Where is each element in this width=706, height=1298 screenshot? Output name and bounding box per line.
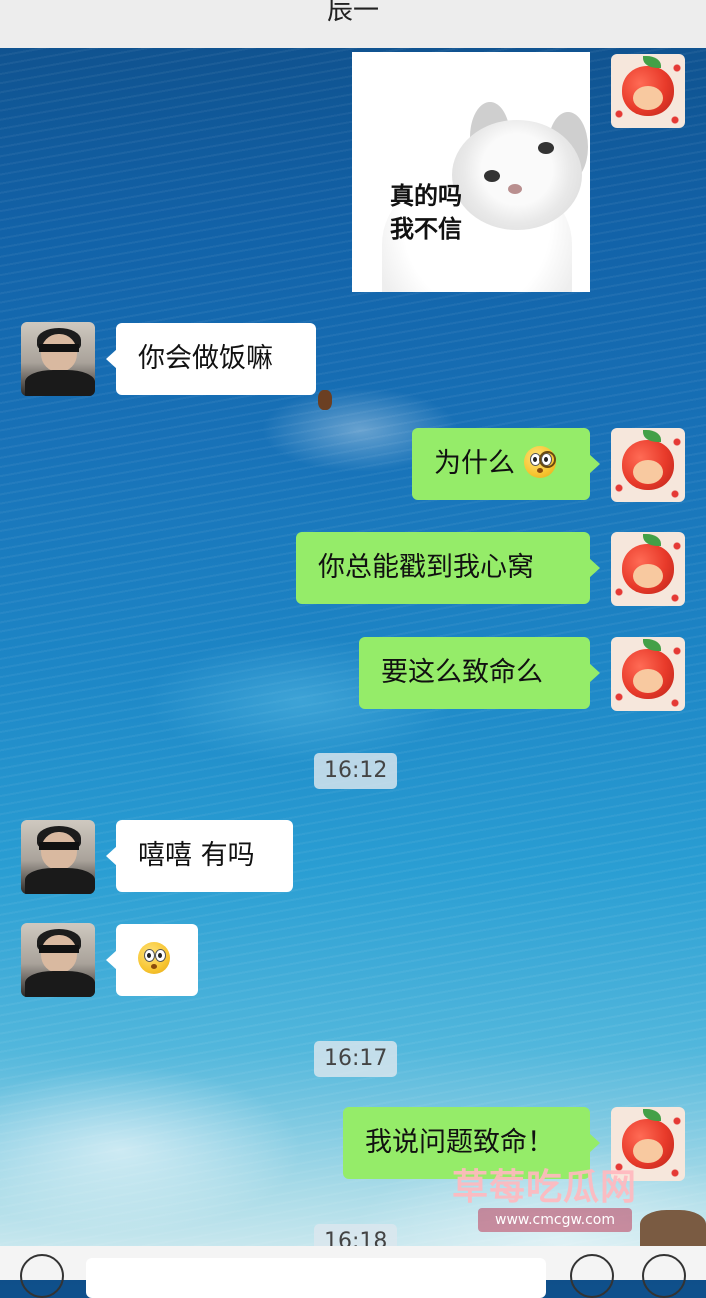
timestamp: 16:17 xyxy=(314,1041,398,1077)
avatar-decoration xyxy=(611,532,685,606)
incoming-message-bubble[interactable]: 你会做饭嘛 xyxy=(106,323,316,395)
timestamp: 16:12 xyxy=(314,753,398,789)
avatar-head xyxy=(41,334,77,372)
rabbit-eye xyxy=(484,170,500,182)
message-input[interactable] xyxy=(86,1258,546,1298)
incoming-message-bubble[interactable] xyxy=(106,924,198,996)
avatar-decoration xyxy=(611,637,685,711)
avatar-body xyxy=(25,370,95,396)
message-text: 为什么 xyxy=(434,448,515,479)
avatar-blindfold xyxy=(39,344,79,352)
voice-input-icon[interactable] xyxy=(20,1254,64,1298)
outgoing-message-bubble[interactable]: 为什么 xyxy=(412,428,600,500)
contact-avatar[interactable] xyxy=(21,322,95,396)
outgoing-message-bubble[interactable]: 你总能戳到我心窝 xyxy=(296,532,600,604)
more-options-icon[interactable] xyxy=(642,1254,686,1298)
avatar-decoration xyxy=(611,428,685,502)
sticker-caption: 真的吗 我不信 xyxy=(390,180,462,246)
avatar-head xyxy=(41,935,77,973)
message-text: 你会做饭嘛 xyxy=(138,343,273,374)
message-text: 我说问题致命！ xyxy=(365,1127,554,1158)
sticker-caption-line: 真的吗 xyxy=(390,182,462,210)
avatar-body xyxy=(25,971,95,997)
incoming-message-bubble[interactable]: 嘻嘻 有吗 xyxy=(106,820,293,892)
message-text: 要这么致命么 xyxy=(381,657,543,688)
flushed-face-emoji-icon xyxy=(138,942,170,974)
avatar-blindfold xyxy=(39,945,79,953)
contact-avatar[interactable] xyxy=(21,923,95,997)
my-avatar[interactable] xyxy=(611,428,685,502)
rabbit-eye xyxy=(538,142,554,154)
watermark-text: 草莓吃瓜网 xyxy=(452,1167,638,1208)
avatar-blindfold xyxy=(39,842,79,850)
outgoing-message-bubble[interactable]: 要这么致命么 xyxy=(359,637,600,709)
rabbit-nose xyxy=(508,184,522,194)
chat-title[interactable]: 辰一 xyxy=(0,0,706,24)
watermark-url: www.cmcgw.com xyxy=(478,1208,632,1232)
emoji-button-icon[interactable] xyxy=(570,1254,614,1298)
message-text: 嘻嘻 有吗 xyxy=(138,840,255,871)
background-boat xyxy=(318,390,332,410)
avatar-body xyxy=(25,868,95,894)
chat-header: 辰一 xyxy=(0,0,706,48)
contact-avatar[interactable] xyxy=(21,820,95,894)
sticker-caption-line: 我不信 xyxy=(390,215,462,243)
my-avatar[interactable] xyxy=(611,637,685,711)
monocle-face-emoji-icon xyxy=(523,446,556,478)
avatar-head xyxy=(41,832,77,870)
chat-input-bar xyxy=(0,1246,706,1298)
avatar-decoration xyxy=(611,54,685,128)
background-rock xyxy=(640,1210,706,1246)
my-avatar[interactable] xyxy=(611,54,685,128)
message-text: 你总能戳到我心窝 xyxy=(318,552,534,583)
sticker-message[interactable]: 真的吗 我不信 xyxy=(352,52,590,292)
my-avatar[interactable] xyxy=(611,532,685,606)
rabbit-head xyxy=(452,120,582,230)
